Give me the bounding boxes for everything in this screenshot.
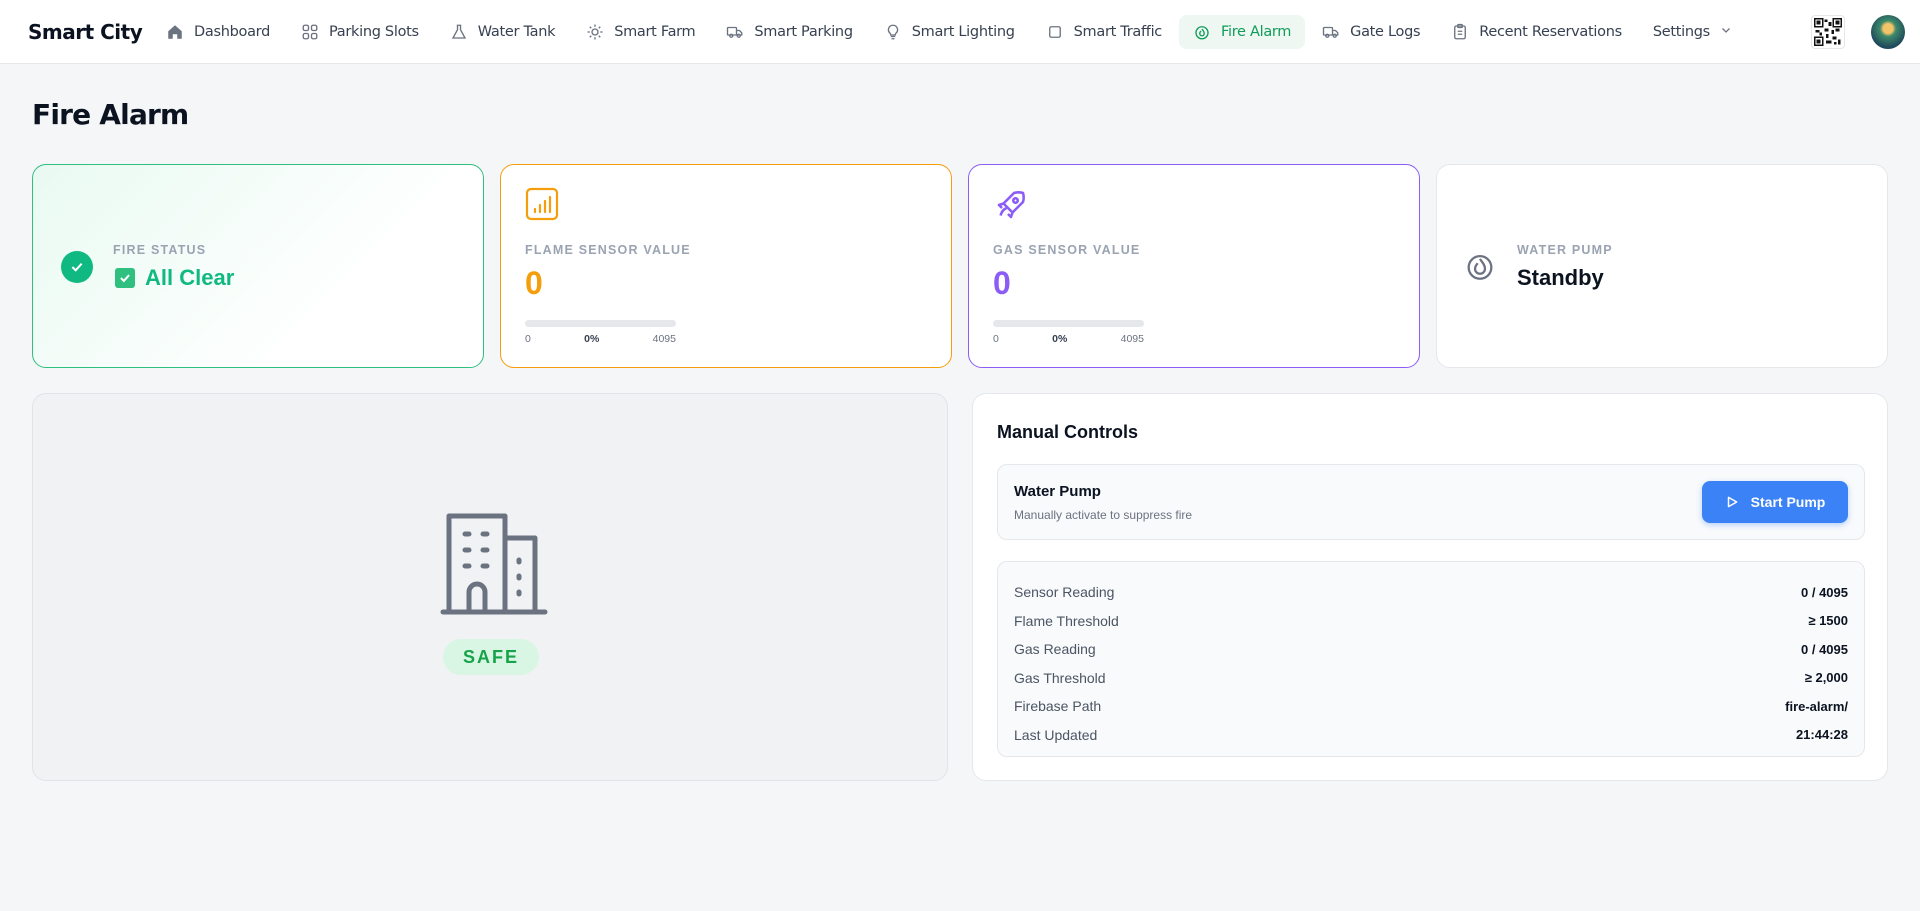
nav-item-water-tank[interactable]: Water Tank: [436, 15, 569, 49]
rocket-icon: [993, 187, 1027, 221]
nav-item-label: Fire Alarm: [1220, 24, 1292, 40]
info-key: Sensor Reading: [1014, 584, 1115, 601]
nav-item-label: Settings: [1652, 24, 1710, 40]
gas-scale: 0 0% 4095: [993, 333, 1144, 345]
pump-control-subtitle: Manually activate to suppress fire: [1014, 508, 1193, 522]
gas-sensor-card: GAS SENSOR VALUE 0 0 0% 4095: [968, 164, 1420, 368]
info-row: Gas Threshold ≥ 2,000: [1014, 664, 1848, 693]
safe-badge: SAFE: [443, 639, 539, 675]
nav-item-label: Smart Traffic: [1073, 24, 1163, 40]
check-circle-icon: [61, 251, 93, 283]
water-pump-status: Standby: [1517, 265, 1604, 290]
nav-item-label: Water Tank: [477, 24, 556, 40]
nav-item-label: Smart Parking: [754, 24, 853, 40]
page-title: Fire Alarm: [32, 98, 189, 131]
nav-item-gate-logs[interactable]: Gate Logs: [1308, 15, 1434, 49]
nav-item-label: Smart Farm: [614, 24, 696, 40]
water-pump-label: WATER PUMP: [1517, 243, 1613, 257]
scale-min: 0: [525, 333, 531, 345]
lightbulb-icon: [884, 23, 902, 41]
info-key: Flame Threshold: [1014, 612, 1119, 629]
info-value: fire-alarm/: [1785, 698, 1848, 714]
fire-status-label: FIRE STATUS: [113, 243, 207, 257]
info-value: 21:44:28: [1795, 727, 1848, 743]
nav-item-parking-slots[interactable]: Parking Slots: [287, 15, 433, 49]
scale-percent: 0%: [584, 333, 600, 345]
gas-sensor-label: GAS SENSOR VALUE: [993, 243, 1141, 257]
building-status-panel: SAFE: [32, 393, 948, 781]
flame-icon: [1463, 249, 1497, 283]
nav-item-settings[interactable]: Settings: [1639, 15, 1746, 49]
fire-status-text: All Clear: [145, 265, 235, 290]
avatar[interactable]: [1871, 15, 1905, 49]
info-value: ≥ 2,000: [1804, 670, 1848, 686]
scale-max: 4095: [652, 333, 676, 345]
info-value: ≥ 1500: [1808, 613, 1848, 629]
manual-controls-title: Manual Controls: [997, 422, 1139, 442]
nav-items: Dashboard Parking Slots Water Tank Smart…: [152, 15, 1749, 49]
building-icon: [439, 512, 549, 616]
info-row: Firebase Path fire-alarm/: [1014, 692, 1848, 721]
water-pump-control: Water Pump Manually activate to suppress…: [997, 464, 1865, 540]
sensor-info-list: Sensor Reading 0 / 4095 Flame Threshold ≥ …: [997, 561, 1865, 757]
nav-item-label: Parking Slots: [328, 24, 419, 40]
gas-progress-bar: [993, 320, 1144, 327]
grid-icon: [301, 23, 319, 41]
flame-progress-bar: [525, 320, 676, 327]
nav-item-label: Recent Reservations: [1479, 24, 1622, 40]
info-key: Firebase Path: [1014, 698, 1102, 715]
home-icon: [166, 23, 184, 41]
flame-sensor-label: FLAME SENSOR VALUE: [525, 243, 691, 257]
info-key: Gas Reading: [1014, 641, 1096, 658]
square-icon: [1046, 23, 1064, 41]
start-pump-label: Start Pump: [1750, 494, 1826, 510]
scale-percent: 0%: [1052, 333, 1068, 345]
truck-icon: [1322, 23, 1340, 41]
qr-code-icon[interactable]: [1811, 15, 1845, 49]
nav-item-dashboard[interactable]: Dashboard: [152, 15, 284, 49]
info-value: 0 / 4095: [1801, 584, 1848, 600]
clipboard-icon: [1451, 23, 1469, 41]
fire-status-value: All Clear: [115, 265, 234, 291]
nav-item-smart-farm[interactable]: Smart Farm: [572, 15, 709, 49]
pump-control-title: Water Pump: [1014, 483, 1101, 500]
start-pump-button[interactable]: Start Pump: [1702, 481, 1848, 523]
brand-logo[interactable]: Smart City: [28, 20, 143, 44]
nav-item-smart-parking[interactable]: Smart Parking: [712, 15, 866, 49]
water-pump-card: WATER PUMP Standby: [1436, 164, 1888, 368]
scale-min: 0: [993, 333, 999, 345]
chevron-down-icon: [1720, 24, 1732, 40]
nav-item-smart-traffic[interactable]: Smart Traffic: [1032, 15, 1176, 49]
nav-item-recent-reservations[interactable]: Recent Reservations: [1437, 15, 1636, 49]
top-navbar: Smart City Dashboard Parking Slots Water…: [0, 0, 1920, 64]
manual-controls-panel: Manual Controls Water Pump Manually acti…: [972, 393, 1888, 781]
info-row: Last Updated 21:44:28: [1014, 721, 1848, 750]
nav-item-label: Gate Logs: [1350, 24, 1421, 40]
sun-icon: [586, 23, 604, 41]
gas-sensor-value: 0: [993, 265, 1011, 301]
play-icon: [1727, 496, 1738, 508]
nav-item-label: Smart Lighting: [911, 24, 1015, 40]
nav-item-smart-lighting[interactable]: Smart Lighting: [870, 15, 1029, 49]
info-row: Gas Reading 0 / 4095: [1014, 635, 1848, 664]
flame-scale: 0 0% 4095: [525, 333, 676, 345]
info-row: Flame Threshold ≥ 1500: [1014, 607, 1848, 636]
flame-sensor-value: 0: [525, 265, 543, 301]
scale-max: 4095: [1120, 333, 1144, 345]
flame-sensor-card: FLAME SENSOR VALUE 0 0 0% 4095: [500, 164, 952, 368]
info-key: Gas Threshold: [1014, 669, 1106, 686]
info-row: Sensor Reading 0 / 4095: [1014, 578, 1848, 607]
info-key: Last Updated: [1014, 726, 1098, 743]
nav-item-label: Dashboard: [194, 24, 270, 40]
signal-bars-icon: [525, 187, 559, 221]
flame-icon: [1193, 23, 1211, 41]
fire-status-card: FIRE STATUS All Clear: [32, 164, 484, 368]
flask-icon: [450, 23, 468, 41]
info-value: 0 / 4095: [1801, 641, 1848, 657]
truck-icon: [726, 23, 744, 41]
checkbox-icon: [115, 268, 135, 288]
nav-item-fire-alarm[interactable]: Fire Alarm: [1178, 15, 1306, 49]
